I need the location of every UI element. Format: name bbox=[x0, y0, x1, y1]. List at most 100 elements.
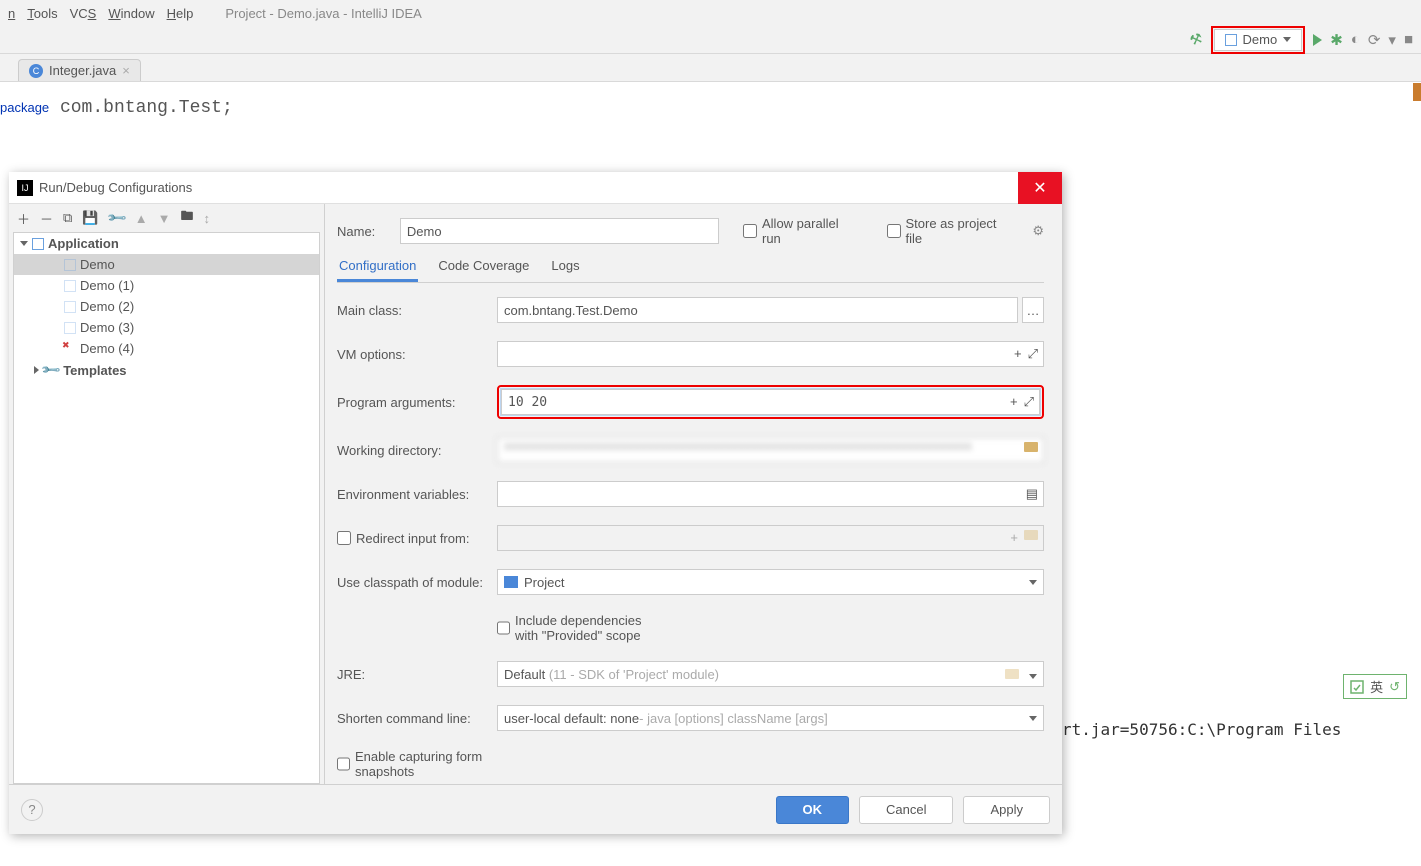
tree-item-demo2[interactable]: Demo (2) bbox=[14, 296, 319, 317]
config-tree[interactable]: Application Demo Demo (1) Demo (2) Demo … bbox=[13, 232, 320, 784]
move-up-icon[interactable]: ▲ bbox=[135, 211, 148, 226]
tree-application-node[interactable]: Application bbox=[14, 233, 319, 254]
intellij-icon: IJ bbox=[17, 180, 33, 196]
shorten-label: Shorten command line: bbox=[337, 711, 497, 726]
wrench-icon: 🔧 bbox=[40, 359, 63, 382]
attach-icon[interactable]: ▾ bbox=[1388, 31, 1396, 49]
application-icon bbox=[32, 238, 44, 250]
browse-env-icon[interactable]: ▤ bbox=[1026, 486, 1038, 502]
main-class-label: Main class: bbox=[337, 303, 497, 318]
expand-icon bbox=[34, 366, 39, 374]
add-config-icon[interactable]: ＋ bbox=[17, 209, 30, 228]
config-tabs: Configuration Code Coverage Logs bbox=[337, 254, 1044, 283]
snapshot-checkbox[interactable]: Enable capturing form snapshots bbox=[337, 749, 497, 779]
ok-button[interactable]: OK bbox=[776, 796, 850, 824]
edit-defaults-icon[interactable]: 🔧 bbox=[105, 207, 128, 230]
expand-field-icon[interactable]: ⤢ bbox=[1028, 346, 1038, 362]
env-vars-input[interactable] bbox=[497, 481, 1044, 507]
chevron-down-icon bbox=[1005, 667, 1037, 682]
application-icon bbox=[64, 259, 76, 271]
debug-icon[interactable]: ✱ bbox=[1330, 31, 1343, 49]
code-editor[interactable]: package com.bntang.Test; bbox=[0, 82, 1421, 123]
stop-icon[interactable]: ■ bbox=[1404, 31, 1413, 48]
classpath-select[interactable]: Project bbox=[497, 569, 1044, 595]
cancel-button[interactable]: Cancel bbox=[859, 796, 953, 824]
tree-item-demo[interactable]: Demo bbox=[14, 254, 319, 275]
shorten-select[interactable]: user-local default: none - java [options… bbox=[497, 705, 1044, 731]
dialog-close-button[interactable]: ✕ bbox=[1018, 172, 1062, 204]
browse-folder-icon[interactable] bbox=[1024, 530, 1038, 540]
dialog-title: Run/Debug Configurations bbox=[39, 180, 192, 195]
expand-macro-icon[interactable]: + bbox=[1014, 346, 1022, 362]
expand-icon bbox=[20, 241, 28, 246]
expand-macro-icon[interactable]: + bbox=[1010, 394, 1018, 410]
menu-help[interactable]: Help bbox=[167, 6, 194, 21]
save-config-icon[interactable]: 💾 bbox=[82, 210, 98, 226]
menu-vcs[interactable]: VCS bbox=[70, 6, 97, 21]
gear-icon[interactable]: ⚙ bbox=[1032, 223, 1044, 239]
coverage-icon[interactable]: ◐ bbox=[1351, 31, 1360, 48]
jre-select[interactable]: Default (11 - SDK of 'Project' module) bbox=[497, 661, 1044, 687]
redirect-input-checkbox[interactable]: Redirect input from: bbox=[337, 531, 497, 546]
redirect-input-field[interactable] bbox=[497, 525, 1044, 551]
error-config-icon bbox=[64, 343, 76, 355]
menu-n[interactable]: n bbox=[8, 6, 15, 21]
vm-options-input[interactable] bbox=[497, 341, 1044, 367]
browse-main-class-button[interactable]: … bbox=[1022, 297, 1044, 323]
vm-options-label: VM options: bbox=[337, 347, 497, 362]
build-icon[interactable]: ⚒ bbox=[1187, 29, 1205, 49]
include-provided-checkbox[interactable]: Include dependencies with "Provided" sco… bbox=[497, 613, 657, 643]
tab-configuration[interactable]: Configuration bbox=[337, 254, 418, 282]
browse-folder-icon[interactable] bbox=[1024, 442, 1038, 452]
tree-item-demo3[interactable]: Demo (3) bbox=[14, 317, 319, 338]
run-config-highlight: Demo bbox=[1211, 26, 1306, 54]
application-icon bbox=[1225, 34, 1237, 46]
folder-icon[interactable]: 🖿 bbox=[180, 207, 193, 229]
help-button[interactable]: ? bbox=[21, 799, 43, 821]
java-class-icon: C bbox=[29, 64, 43, 78]
expand-macro-icon[interactable]: + bbox=[1010, 530, 1018, 545]
copy-config-icon[interactable]: ⧉ bbox=[63, 210, 72, 226]
file-tab-integer[interactable]: C Integer.java × bbox=[18, 59, 141, 81]
window-title: Project - Demo.java - IntelliJ IDEA bbox=[225, 6, 422, 21]
working-dir-input[interactable]: xxxxxxxxxxxxxxxxxxxxxxxxxxxxxxxxxxxxxxxx… bbox=[497, 437, 1044, 463]
ime-icon: ↺ bbox=[1389, 679, 1400, 695]
expand-field-icon[interactable]: ⤢ bbox=[1024, 394, 1034, 410]
allow-parallel-checkbox[interactable]: Allow parallel run bbox=[743, 216, 859, 246]
dialog-titlebar[interactable]: IJ Run/Debug Configurations ✕ bbox=[9, 172, 1062, 204]
chevron-down-icon bbox=[1029, 580, 1037, 585]
classpath-label: Use classpath of module: bbox=[337, 575, 497, 590]
inspection-stripe bbox=[1413, 83, 1421, 101]
menu-tools[interactable]: Tools bbox=[27, 6, 57, 21]
main-class-input[interactable] bbox=[497, 297, 1018, 323]
run-config-selector[interactable]: Demo bbox=[1214, 29, 1303, 51]
menu-window[interactable]: Window bbox=[108, 6, 154, 21]
run-icon[interactable] bbox=[1313, 34, 1322, 46]
run-debug-dialog: IJ Run/Debug Configurations ✕ ＋ － ⧉ 💾 🔧 … bbox=[9, 172, 1062, 834]
profile-icon[interactable]: ⟳ bbox=[1368, 31, 1381, 49]
dialog-footer: ? OK Cancel Apply bbox=[9, 784, 1062, 834]
name-input[interactable] bbox=[400, 218, 719, 244]
ime-indicator[interactable]: 英 ↺ bbox=[1343, 674, 1407, 699]
close-tab-icon[interactable]: × bbox=[122, 63, 130, 78]
program-args-label: Program arguments: bbox=[337, 395, 497, 410]
tab-code-coverage[interactable]: Code Coverage bbox=[436, 254, 531, 282]
config-tree-panel: ＋ － ⧉ 💾 🔧 ▲ ▼ 🖿 ↕ Application Demo bbox=[9, 204, 325, 784]
sort-icon[interactable]: ↕ bbox=[203, 211, 210, 226]
remove-config-icon[interactable]: － bbox=[40, 209, 53, 228]
application-icon bbox=[64, 280, 76, 292]
tree-item-demo1[interactable]: Demo (1) bbox=[14, 275, 319, 296]
editor-tabbar: C Integer.java × bbox=[0, 54, 1421, 82]
move-down-icon[interactable]: ▼ bbox=[158, 211, 171, 226]
store-project-checkbox[interactable]: Store as project file bbox=[887, 216, 1015, 246]
tree-item-demo4[interactable]: Demo (4) bbox=[14, 338, 319, 359]
apply-button[interactable]: Apply bbox=[963, 796, 1050, 824]
tab-logs[interactable]: Logs bbox=[549, 254, 581, 282]
chevron-down-icon bbox=[1283, 37, 1291, 42]
jre-label: JRE: bbox=[337, 667, 497, 682]
config-form-panel: Name: Allow parallel run Store as projec… bbox=[325, 204, 1062, 784]
tree-templates-node[interactable]: 🔧 Templates bbox=[14, 359, 319, 381]
program-args-input[interactable] bbox=[501, 389, 1040, 415]
file-tab-label: Integer.java bbox=[49, 63, 116, 78]
run-config-name: Demo bbox=[1243, 32, 1278, 47]
